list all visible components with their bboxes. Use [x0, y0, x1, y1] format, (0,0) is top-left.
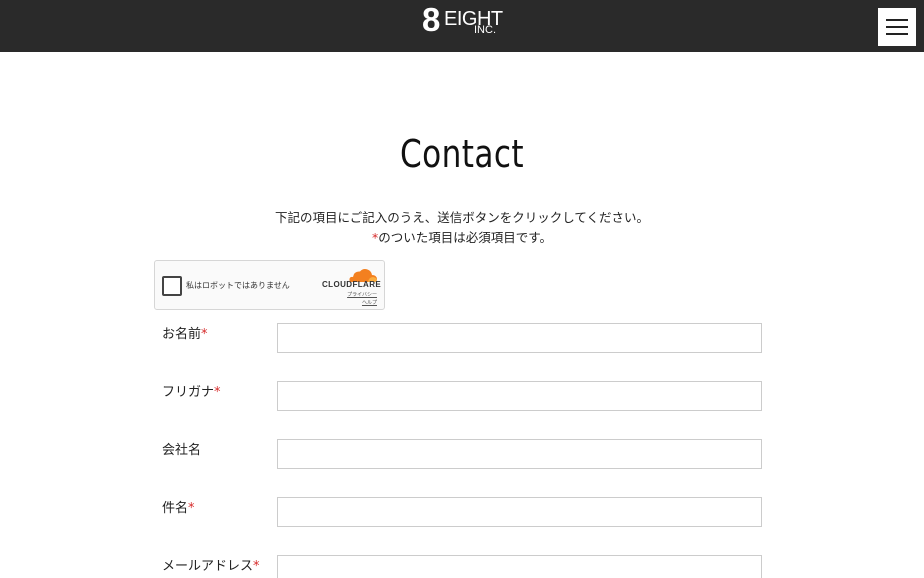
company-label: 会社名 — [162, 439, 201, 458]
company-input[interactable] — [277, 439, 762, 469]
furigana-label-text: フリガナ — [162, 385, 215, 400]
subject-input[interactable] — [277, 497, 762, 527]
required-mark: * — [253, 559, 260, 574]
subject-label: 件名* — [162, 497, 195, 516]
logo-numeral: 8 — [422, 1, 441, 38]
name-label-text: お名前 — [162, 327, 202, 342]
email-label: メールアドレス* — [162, 555, 260, 574]
cloudflare-brand: CLOUDFLARE — [322, 280, 382, 289]
privacy-link[interactable]: プライバシー — [347, 291, 377, 298]
name-label: お名前* — [162, 323, 208, 342]
form-instructions: 下記の項目にご記入のうえ、送信ボタンをクリックしてください。 *のついた項目は必… — [0, 208, 924, 248]
email-input[interactable] — [277, 555, 762, 578]
required-mark: * — [201, 327, 208, 342]
help-link[interactable]: ヘルプ — [362, 299, 377, 306]
email-label-text: メールアドレス — [162, 559, 254, 574]
eight-inc-logo[interactable]: 8 EIGHT INC. — [422, 3, 506, 45]
required-mark: * — [214, 385, 221, 400]
company-label-text: 会社名 — [162, 443, 202, 458]
page-title: Contact — [399, 132, 525, 176]
subject-label-text: 件名 — [162, 501, 189, 516]
instructions-line-1: 下記の項目にご記入のうえ、送信ボタンをクリックしてください。 — [274, 210, 649, 225]
human-verification-checkbox[interactable] — [162, 276, 182, 296]
instructions-line-2: *のついた項目は必須項目です。 — [0, 228, 924, 248]
logo-suffix: INC. — [474, 24, 496, 36]
required-mark: * — [188, 501, 195, 516]
furigana-label: フリガナ* — [162, 381, 221, 400]
hamburger-icon-bar — [886, 19, 908, 21]
site-header: 8 EIGHT INC. — [0, 0, 924, 52]
required-note: のついた項目は必須項目です。 — [378, 230, 552, 245]
name-input[interactable] — [277, 323, 762, 353]
hamburger-menu-button[interactable] — [878, 8, 916, 46]
furigana-input[interactable] — [277, 381, 762, 411]
cloudflare-turnstile-widget: 私はロボットではありません CLOUDFLARE プライバシー ヘルプ — [154, 260, 385, 310]
hamburger-icon-bar — [886, 26, 908, 28]
hamburger-icon-bar — [886, 33, 908, 35]
captcha-label: 私はロボットではありません — [186, 281, 290, 290]
